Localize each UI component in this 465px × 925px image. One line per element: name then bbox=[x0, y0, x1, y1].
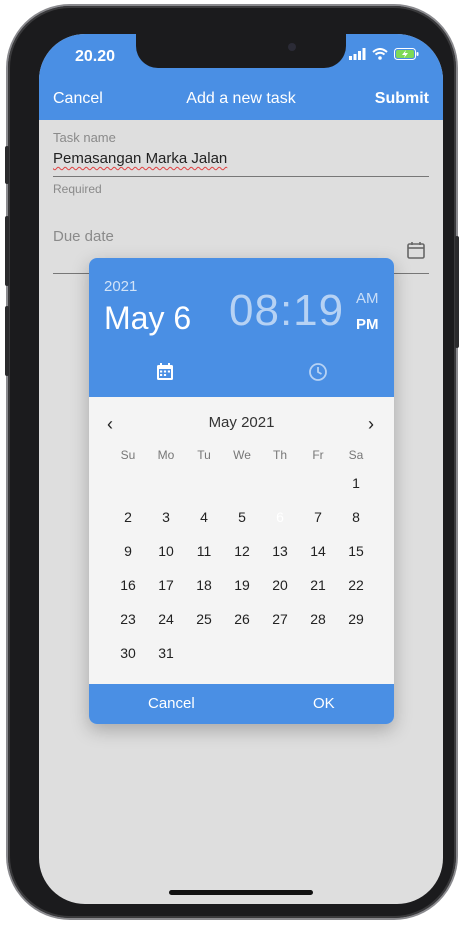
calendar-day[interactable]: 9 bbox=[109, 534, 147, 568]
calendar-day[interactable]: 26 bbox=[223, 602, 261, 636]
volume-up-button bbox=[5, 216, 9, 286]
weekday-header: Tu bbox=[197, 448, 211, 462]
calendar-day[interactable]: 8 bbox=[337, 500, 375, 534]
wifi-icon bbox=[372, 48, 388, 60]
calendar-day-selected[interactable]: 6 bbox=[261, 500, 299, 534]
calendar-day[interactable]: 4 bbox=[185, 500, 223, 534]
power-button bbox=[455, 236, 459, 348]
calendar-day[interactable]: 12 bbox=[223, 534, 261, 568]
screen: 20.20 Cancel Add a new task Submit Task … bbox=[39, 34, 443, 904]
volume-down-button bbox=[5, 306, 9, 376]
home-indicator bbox=[169, 890, 313, 895]
calendar-day[interactable]: 20 bbox=[261, 568, 299, 602]
calendar-day[interactable]: 17 bbox=[147, 568, 185, 602]
calendar-day[interactable]: 24 bbox=[147, 602, 185, 636]
calendar-day[interactable]: 1 bbox=[337, 466, 375, 500]
task-name-underline bbox=[53, 176, 429, 177]
selected-date[interactable]: May 6 bbox=[104, 300, 191, 337]
app-bar: Cancel Add a new task Submit bbox=[39, 78, 443, 120]
battery-charging-icon bbox=[394, 48, 419, 60]
task-name-label: Task name bbox=[53, 130, 116, 145]
date-picker-header: 2021 May 6 08:19 AM PM bbox=[89, 258, 394, 397]
year-label[interactable]: 2021 bbox=[104, 278, 137, 295]
calendar-day[interactable]: 27 bbox=[261, 602, 299, 636]
front-camera bbox=[288, 43, 296, 51]
weekday-header: Su bbox=[120, 448, 136, 462]
phone-frame: 20.20 Cancel Add a new task Submit Task … bbox=[5, 6, 459, 918]
signal-icon bbox=[349, 48, 366, 60]
calendar-day[interactable]: 31 bbox=[147, 636, 185, 670]
month-navigation: ‹ May 2021 › bbox=[89, 414, 394, 434]
calendar-day[interactable]: 2 bbox=[109, 500, 147, 534]
calendar-day[interactable]: 30 bbox=[109, 636, 147, 670]
calendar-day[interactable]: 5 bbox=[223, 500, 261, 534]
calendar-day[interactable]: 18 bbox=[185, 568, 223, 602]
calendar-day[interactable]: 19 bbox=[223, 568, 261, 602]
picker-ok-button[interactable]: OK bbox=[313, 695, 335, 712]
calendar-day[interactable]: 28 bbox=[299, 602, 337, 636]
calendar-day[interactable]: 14 bbox=[299, 534, 337, 568]
date-tab-calendar-icon[interactable] bbox=[155, 362, 175, 382]
calendar-day[interactable]: 11 bbox=[185, 534, 223, 568]
task-name-input[interactable]: Pemasangan Marka Jalan bbox=[53, 150, 227, 167]
calendar-day[interactable]: 29 bbox=[337, 602, 375, 636]
date-picker-dialog: 2021 May 6 08:19 AM PM ‹ May 2021 › Su M… bbox=[89, 258, 394, 724]
calendar-day[interactable]: 3 bbox=[147, 500, 185, 534]
pm-toggle[interactable]: PM bbox=[356, 316, 379, 333]
status-time: 20.20 bbox=[75, 48, 116, 65]
calendar-day[interactable]: 10 bbox=[147, 534, 185, 568]
weekday-header: Sa bbox=[348, 448, 364, 462]
calendar-day[interactable]: 23 bbox=[109, 602, 147, 636]
selected-time[interactable]: 08:19 bbox=[229, 286, 344, 336]
status-icons bbox=[349, 48, 419, 60]
weekday-header: Th bbox=[272, 448, 287, 462]
calendar-day[interactable]: 13 bbox=[261, 534, 299, 568]
picker-cancel-button[interactable]: Cancel bbox=[148, 695, 195, 712]
calendar-day[interactable]: 21 bbox=[299, 568, 337, 602]
notch bbox=[136, 34, 346, 68]
calendar-day[interactable]: 15 bbox=[337, 534, 375, 568]
weekday-header: Mo bbox=[157, 448, 175, 462]
calendar-day[interactable]: 25 bbox=[185, 602, 223, 636]
am-toggle[interactable]: AM bbox=[356, 290, 379, 307]
mute-switch bbox=[5, 146, 9, 184]
time-tab-clock-icon[interactable] bbox=[308, 362, 328, 382]
calendar-icon[interactable] bbox=[407, 241, 425, 259]
month-label: May 2021 bbox=[208, 414, 275, 431]
calendar-day[interactable]: 7 bbox=[299, 500, 337, 534]
task-name-helper: Required bbox=[53, 182, 102, 196]
submit-button[interactable]: Submit bbox=[375, 90, 429, 108]
calendar-day[interactable]: 16 bbox=[109, 568, 147, 602]
calendar-day[interactable]: 22 bbox=[337, 568, 375, 602]
due-date-input[interactable]: Due date bbox=[53, 228, 114, 245]
date-picker-actions: Cancel OK bbox=[89, 684, 394, 724]
weekday-header: We bbox=[233, 448, 251, 462]
weekday-header: Fr bbox=[312, 448, 324, 462]
next-month-button[interactable]: › bbox=[361, 414, 381, 435]
